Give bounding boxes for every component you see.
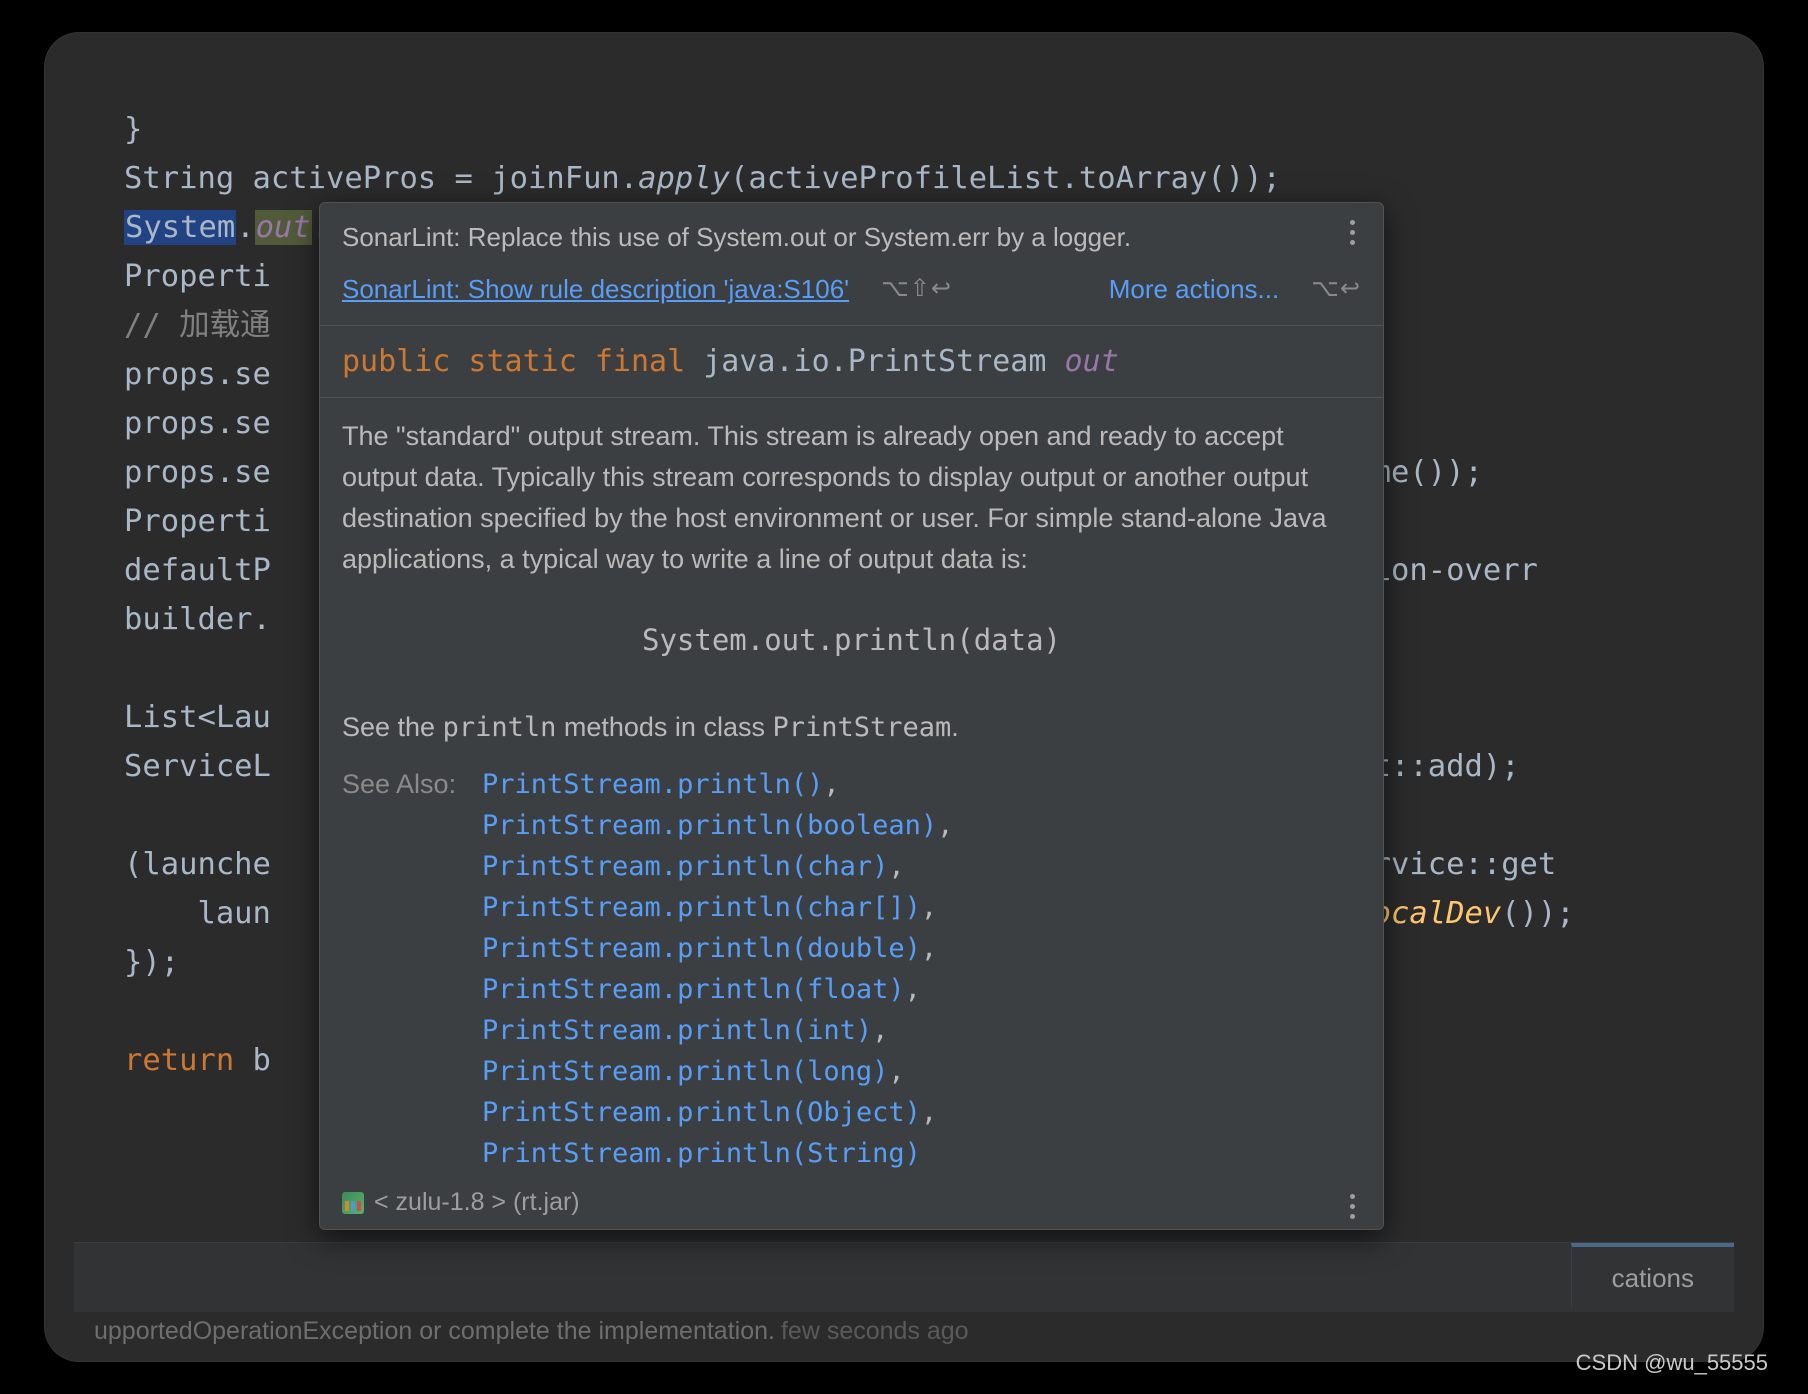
see-also-link[interactable]: PrintStream.println(long)	[482, 1056, 888, 1087]
shortcut-hint: ⌥↩	[1311, 269, 1361, 309]
code-line: List<Lau	[124, 700, 271, 735]
code-line: builder.	[124, 602, 271, 637]
code-line: }	[124, 112, 142, 147]
ide-window: } String activePros = joinFun.apply(acti…	[44, 32, 1764, 1362]
more-actions-link[interactable]: More actions...	[1109, 269, 1280, 309]
watermark: CSDN @wu_55555	[1576, 1350, 1768, 1376]
see-also-link[interactable]: PrintStream.println(char)	[482, 851, 888, 882]
shortcut-hint: ⌥⇧↩	[881, 269, 952, 309]
show-rule-link[interactable]: SonarLint: Show rule description 'java:S…	[342, 269, 849, 309]
see-also-label: See Also:	[342, 764, 482, 1174]
code-line: });	[124, 945, 179, 980]
see-also-link[interactable]: PrintStream.println(int)	[482, 1015, 872, 1046]
status-time: few seconds ago	[781, 1317, 969, 1345]
see-also-link[interactable]: PrintStream.println(String)	[482, 1138, 921, 1169]
see-also-link[interactable]: PrintStream.println(Object)	[482, 1097, 921, 1128]
kebab-menu-icon[interactable]	[1341, 1191, 1363, 1221]
toolwindow-tab[interactable]: cations	[1571, 1243, 1734, 1308]
doc-paragraph: See the println methods in class PrintSt…	[342, 707, 1361, 748]
code-line: Properti	[124, 259, 271, 294]
member-signature: public static final java.io.PrintStream …	[320, 326, 1383, 398]
doc-paragraph: The "standard" output stream. This strea…	[342, 416, 1361, 580]
lint-message: SonarLint: Replace this use of System.ou…	[342, 217, 1361, 257]
lint-actions: SonarLint: Show rule description 'java:S…	[342, 269, 1361, 309]
see-also-link[interactable]: PrintStream.println(char[])	[482, 892, 921, 923]
code-line: String activePros = joinFun.apply(active…	[124, 161, 1281, 196]
see-also-section: See Also: PrintStream.println(), PrintSt…	[342, 764, 1361, 1174]
see-also-link[interactable]: PrintStream.println(float)	[482, 974, 905, 1005]
see-also-links: PrintStream.println(), PrintStream.print…	[482, 764, 953, 1174]
code-line: props.se	[124, 357, 271, 392]
doc-code-example: System.out.println(data)	[342, 620, 1361, 661]
status-bar: cations upportedOperationException or co…	[74, 1242, 1734, 1312]
code-line: // 加载通	[124, 308, 271, 343]
library-path: < zulu-1.8 > (rt.jar)	[374, 1188, 580, 1217]
see-also-link[interactable]: PrintStream.println(boolean)	[482, 810, 937, 841]
lint-header: SonarLint: Replace this use of System.ou…	[320, 203, 1383, 326]
see-also-link[interactable]: PrintStream.println(double)	[482, 933, 921, 964]
code-line: props.se	[124, 406, 271, 441]
javadoc-body: The "standard" output stream. This strea…	[320, 398, 1383, 1178]
quickdoc-popup[interactable]: SonarLint: Replace this use of System.ou…	[319, 202, 1384, 1230]
code-line: return b	[124, 1043, 271, 1078]
kebab-menu-icon[interactable]	[1341, 217, 1363, 247]
popup-footer: < zulu-1.8 > (rt.jar)	[320, 1178, 1383, 1229]
code-line: Properti	[124, 504, 271, 539]
library-icon	[342, 1192, 364, 1214]
see-also-link[interactable]: PrintStream.println()	[482, 769, 823, 800]
status-message: upportedOperationException or complete t…	[94, 1317, 969, 1346]
